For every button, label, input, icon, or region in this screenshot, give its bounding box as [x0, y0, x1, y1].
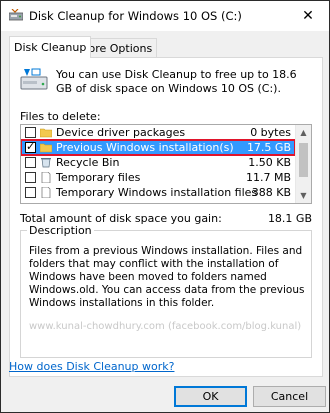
description-text: Files from a previous Windows installati…	[29, 245, 305, 309]
list-scrollbar[interactable]: ▲ ▼	[295, 125, 311, 203]
description-group: Description Files from a previous Window…	[20, 224, 312, 358]
tab-disk-cleanup[interactable]: Disk Cleanup	[9, 36, 92, 58]
document-icon	[41, 172, 51, 183]
recycle-bin-icon	[41, 158, 51, 168]
file-name: Recycle Bin	[56, 156, 120, 169]
scroll-up-icon[interactable]: ▲	[296, 125, 311, 140]
total-gain-value: 18.1 GB	[267, 212, 312, 225]
tab-panel: You can use Disk Cleanup to free up to 1…	[9, 57, 323, 377]
checkbox[interactable]	[25, 187, 36, 198]
close-button[interactable]: ✕	[287, 1, 329, 31]
checkbox[interactable]	[25, 172, 36, 183]
document-icon	[41, 187, 51, 198]
drive-icon	[20, 68, 48, 90]
title-bar[interactable]: Disk Cleanup for Windows 10 OS (C:) ✕	[1, 1, 329, 31]
close-icon: ✕	[302, 8, 314, 24]
folder-icon	[40, 128, 52, 138]
scroll-down-icon[interactable]: ▼	[296, 188, 311, 203]
list-item[interactable]: Device driver packages 0 bytes	[21, 125, 295, 140]
watermark-text: www.kunal-chowdhury.com (facebook.com/bl…	[29, 321, 302, 332]
file-name: Temporary files	[56, 171, 141, 184]
file-size: 11.7 MB	[245, 171, 291, 184]
disk-cleanup-window: Disk Cleanup for Windows 10 OS (C:) ✕ Di…	[0, 0, 330, 413]
window-title: Disk Cleanup for Windows 10 OS (C:)	[29, 9, 242, 23]
intro-text: You can use Disk Cleanup to free up to 1…	[56, 68, 297, 95]
disk-cleanup-icon	[9, 9, 23, 21]
file-name: Previous Windows installation(s)	[56, 141, 234, 154]
file-size: 17.5 GB	[246, 141, 291, 154]
list-item[interactable]: Temporary Windows installation files 388…	[21, 185, 295, 200]
folder-icon	[40, 143, 52, 153]
list-item[interactable]: Temporary files 11.7 MB	[21, 170, 295, 185]
dialog-client: Disk Cleanup More Options You can use Di…	[1, 31, 329, 412]
files-to-delete-label: Files to delete:	[20, 110, 101, 123]
file-size: 1.50 KB	[248, 156, 291, 169]
help-link[interactable]: How does Disk Cleanup work?	[9, 360, 174, 373]
list-item[interactable]: Recycle Bin 1.50 KB	[21, 155, 295, 170]
file-size: 388 KB	[251, 186, 291, 199]
checkbox[interactable]	[25, 127, 36, 138]
checkbox[interactable]	[25, 157, 36, 168]
checkbox[interactable]	[25, 139, 36, 154]
description-legend: Description	[27, 224, 94, 237]
ok-button[interactable]: OK	[174, 386, 247, 407]
cancel-button[interactable]: Cancel	[253, 386, 326, 407]
scroll-thumb[interactable]	[299, 143, 308, 177]
file-name: Device driver packages	[56, 126, 186, 139]
file-name: Temporary Windows installation files	[56, 186, 258, 199]
list-item-selected[interactable]: Previous Windows installation(s) 17.5 GB	[21, 139, 296, 156]
file-size: 0 bytes	[250, 126, 291, 139]
files-list[interactable]: Device driver packages 0 bytes Previous …	[20, 124, 312, 204]
